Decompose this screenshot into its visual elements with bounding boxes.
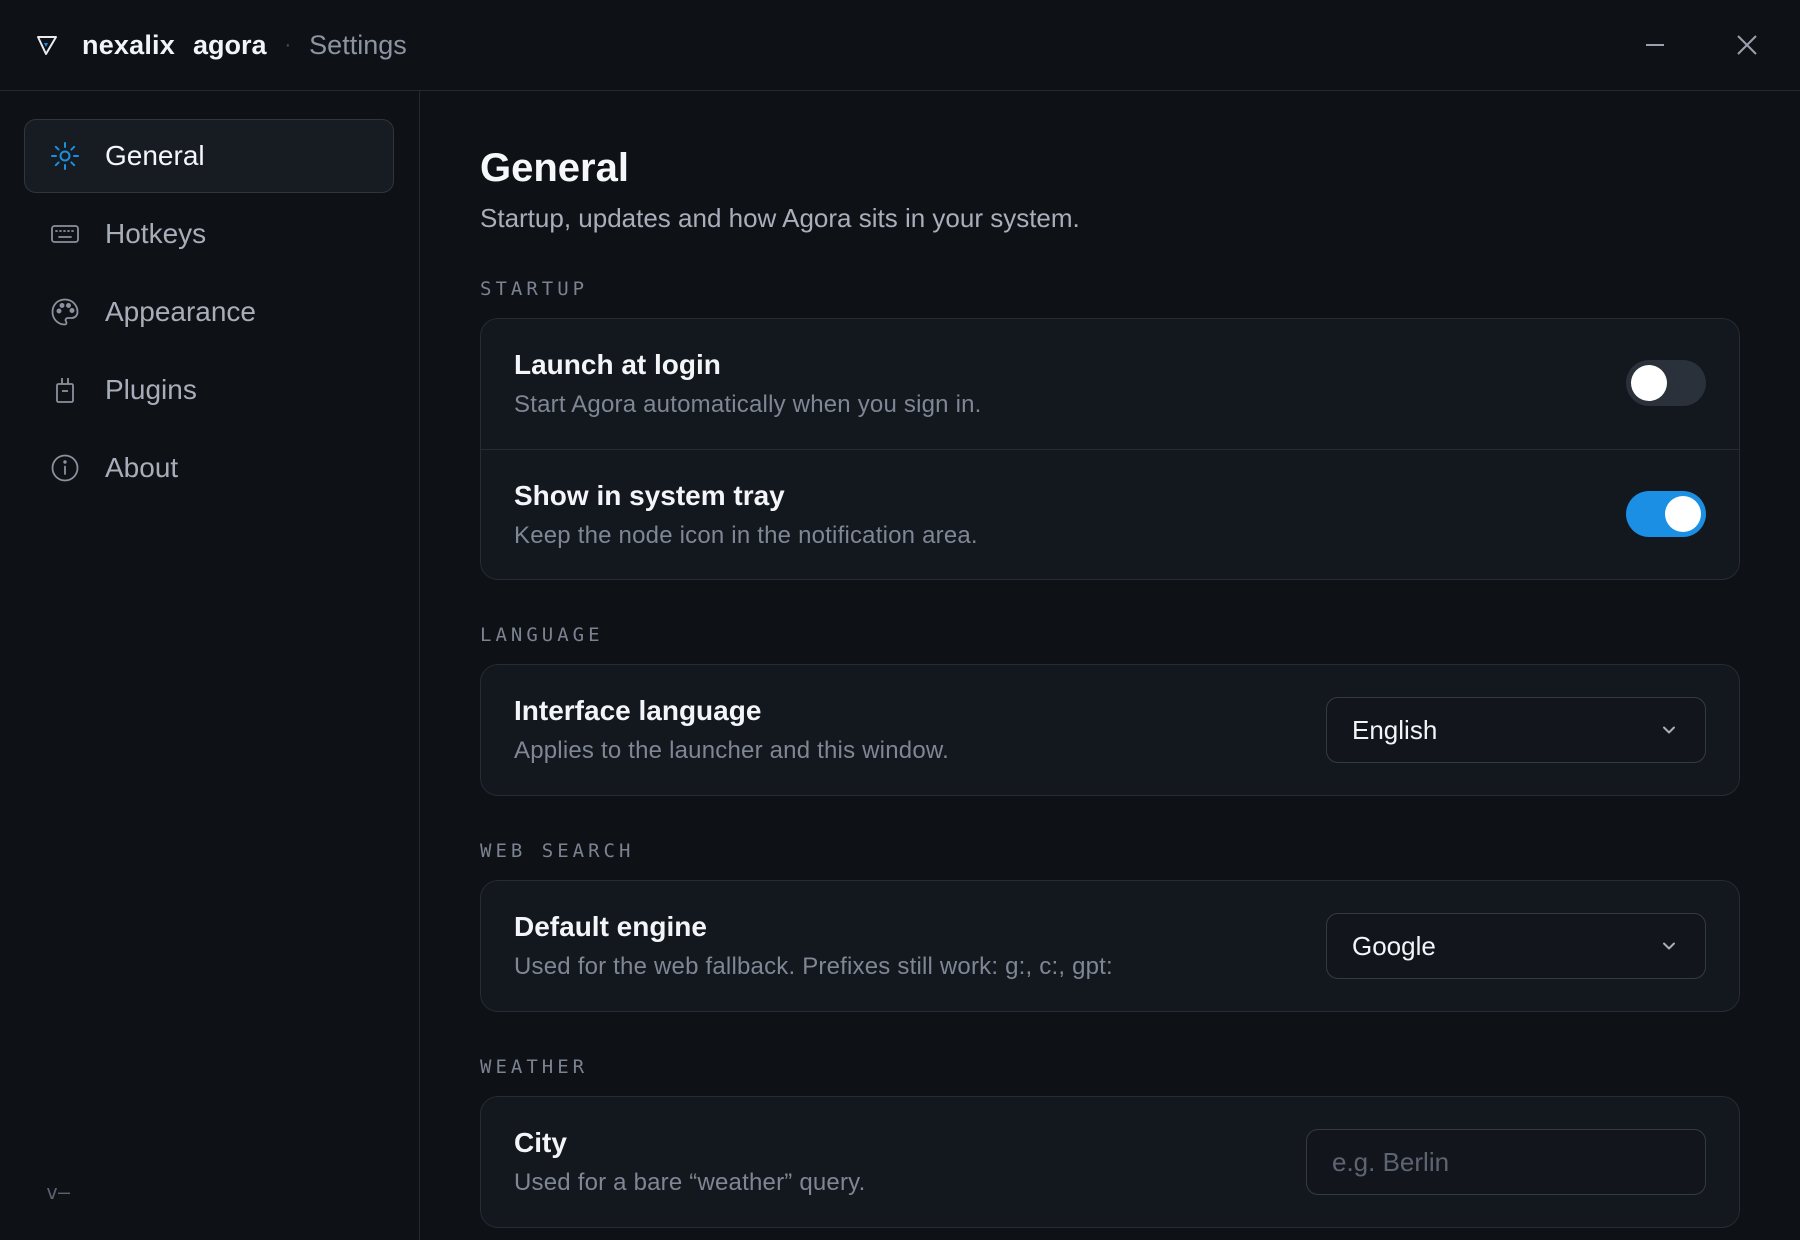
sidebar-item-label: Appearance xyxy=(105,296,257,327)
chevron-down-icon xyxy=(1663,726,1675,734)
language-select-value: English xyxy=(1352,714,1438,745)
title-separator: · xyxy=(284,33,292,56)
plug-icon xyxy=(49,374,81,406)
city-input[interactable] xyxy=(1306,1129,1706,1195)
setting-row-default-engine: Default engine Used for the web fallback… xyxy=(481,881,1739,1011)
sidebar-item-about[interactable]: About xyxy=(24,431,394,505)
brand: nexalix agora · Settings xyxy=(36,30,407,61)
toggle-knob xyxy=(1631,365,1667,401)
sidebar-item-appearance[interactable]: Appearance xyxy=(24,275,394,349)
section-label-weather: WEATHER xyxy=(480,1056,589,1078)
settings-window: nexalix agora · Settings General Hotkeys… xyxy=(0,0,1800,1240)
sidebar-nav: General Hotkeys Appearance Plugins About xyxy=(0,91,419,505)
setting-row-launch-at-login: Launch at login Start Agora automaticall… xyxy=(481,319,1739,449)
chevron-down-icon xyxy=(1663,942,1675,950)
title-bar: nexalix agora · Settings xyxy=(0,0,1800,91)
search-engine-select-value: Google xyxy=(1352,930,1436,961)
setting-row-interface-language: Interface language Applies to the launch… xyxy=(481,665,1739,795)
brand-product: agora xyxy=(192,29,267,60)
web-search-card: Default engine Used for the web fallback… xyxy=(480,880,1740,1012)
main-panel: General Startup, updates and how Agora s… xyxy=(421,91,1800,1240)
language-select[interactable]: English xyxy=(1326,697,1706,763)
minimize-icon xyxy=(1646,44,1664,46)
setting-title: Launch at login xyxy=(514,349,721,380)
info-icon xyxy=(49,452,81,484)
section-label-startup: STARTUP xyxy=(480,278,589,300)
settings-content: General Startup, updates and how Agora s… xyxy=(480,146,1740,1228)
sidebar: General Hotkeys Appearance Plugins About… xyxy=(0,91,420,1240)
sidebar-item-label: Hotkeys xyxy=(105,218,207,249)
language-card: Interface language Applies to the launch… xyxy=(480,664,1740,796)
sidebar-item-label: General xyxy=(105,140,205,171)
sun-gear-icon xyxy=(49,140,81,172)
setting-description: Keep the node icon in the notification a… xyxy=(514,522,978,549)
setting-row-system-tray: Show in system tray Keep the node icon i… xyxy=(481,449,1739,579)
launch-at-login-toggle[interactable] xyxy=(1626,360,1706,406)
version-label: v— xyxy=(46,1180,71,1204)
startup-card: Launch at login Start Agora automaticall… xyxy=(480,318,1740,580)
section-label-web-search: WEB SEARCH xyxy=(480,840,635,862)
sidebar-item-hotkeys[interactable]: Hotkeys xyxy=(24,197,394,271)
keyboard-icon xyxy=(49,218,81,250)
sidebar-item-label: About xyxy=(105,452,179,483)
window-controls xyxy=(1586,22,1770,68)
sidebar-item-label: Plugins xyxy=(105,374,197,405)
sidebar-item-plugins[interactable]: Plugins xyxy=(24,353,394,427)
page-subtitle: Startup, updates and how Agora sits in y… xyxy=(480,203,1080,233)
toggle-knob xyxy=(1665,496,1701,532)
search-engine-select[interactable]: Google xyxy=(1326,913,1706,979)
palette-icon xyxy=(49,296,81,328)
close-button[interactable] xyxy=(1724,22,1770,68)
setting-row-city: City Used for a bare “weather” query. xyxy=(481,1097,1739,1227)
close-icon xyxy=(1737,35,1757,55)
setting-title: Show in system tray xyxy=(514,480,785,511)
sidebar-item-general[interactable]: General xyxy=(24,119,394,193)
setting-description: Start Agora automatically when you sign … xyxy=(514,391,982,418)
system-tray-toggle[interactable] xyxy=(1626,491,1706,537)
minimize-button[interactable] xyxy=(1632,22,1678,68)
window-section-title: Settings xyxy=(309,29,407,60)
app-logo-icon xyxy=(36,33,60,57)
weather-card: City Used for a bare “weather” query. xyxy=(480,1096,1740,1228)
brand-name: nexalix xyxy=(82,29,175,60)
page-title: General xyxy=(480,146,629,190)
section-label-language: LANGUAGE xyxy=(480,624,604,646)
